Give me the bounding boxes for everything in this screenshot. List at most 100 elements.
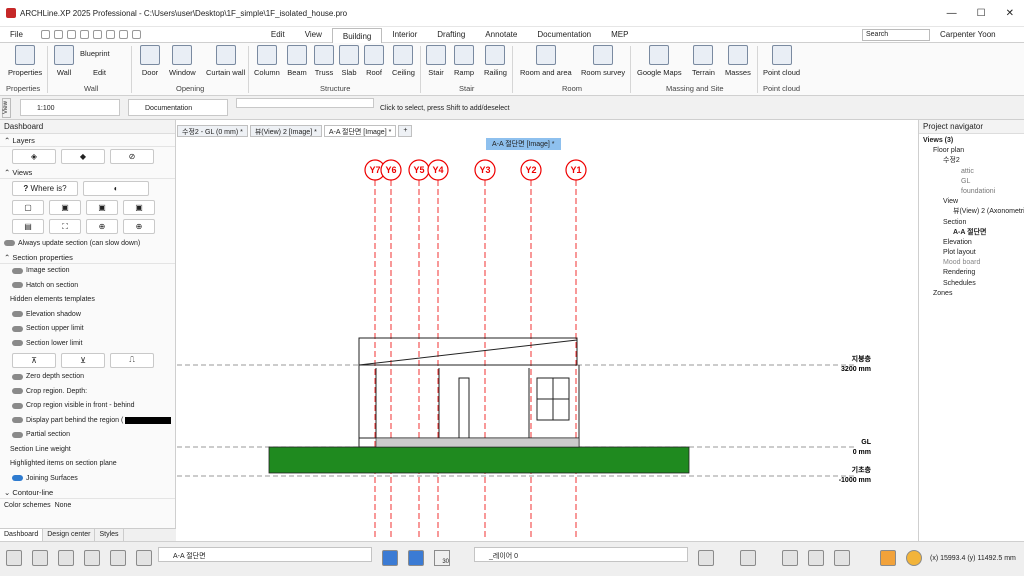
undo-icon[interactable] — [92, 30, 102, 39]
globe-icon[interactable] — [808, 550, 824, 566]
layer-select[interactable]: _레이어 0 — [474, 547, 688, 562]
tab-section[interactable]: A-A 절단면 [Image] * — [323, 125, 397, 137]
menu-file[interactable]: File — [0, 27, 33, 42]
scale-select[interactable]: 1:100 — [20, 99, 120, 116]
tree-gl[interactable]: GL — [923, 177, 1024, 187]
window-button[interactable]: Window — [169, 45, 196, 77]
where-is-button[interactable]: ? Where is? — [12, 181, 78, 196]
paint-icon[interactable] — [118, 30, 128, 39]
line-tool-icon[interactable] — [834, 550, 850, 566]
arrow-up-icon[interactable] — [382, 550, 398, 566]
drawing-canvas[interactable]: 수정2 - GL (0 mm) * 뷰(View) 2 [Image] * A-… — [177, 120, 918, 541]
tree-foundation[interactable]: foundationi — [923, 187, 1024, 197]
color-swatch[interactable] — [125, 416, 172, 424]
tree-views[interactable]: Views (3) — [923, 136, 1024, 146]
menu-drafting[interactable]: Drafting — [427, 27, 475, 42]
properties-button[interactable]: Properties — [8, 45, 42, 77]
settings-icon[interactable] — [6, 550, 22, 566]
contrast-icon[interactable]: ◐ — [83, 181, 149, 196]
hidden-templates-dropdown[interactable]: Hidden elements templates — [0, 293, 175, 308]
offset-icon[interactable]: ⎍ — [110, 352, 154, 368]
tab-add[interactable]: + — [398, 125, 413, 137]
minimize-button[interactable]: — — [947, 8, 957, 19]
zero-depth-toggle[interactable]: Zero depth section — [0, 370, 175, 385]
display-behind-toggle[interactable]: Display part behind the region ( — [0, 413, 175, 428]
blueprint-button[interactable]: Blueprint — [80, 49, 110, 58]
tree-attic[interactable]: attic — [923, 167, 1024, 177]
align-bottom-icon[interactable]: ⊻ — [61, 352, 105, 368]
tree-axonometric[interactable]: 뷰(View) 2 (Axonometric — [923, 207, 1024, 217]
tree-zones[interactable]: Zones — [923, 289, 1024, 299]
cube-side-icon[interactable]: ▣ — [86, 200, 118, 215]
roof-button[interactable]: Roof — [364, 45, 384, 77]
section-properties-section[interactable]: ⌃ Section properties — [0, 251, 175, 264]
save-icon[interactable] — [66, 30, 76, 39]
menu-view[interactable]: View — [295, 27, 332, 42]
align-top-icon[interactable]: ⊼ — [12, 352, 56, 368]
cube-top-icon[interactable]: ▣ — [123, 200, 155, 215]
tree-floor-plan[interactable]: Floor plan — [923, 146, 1024, 156]
door-button[interactable]: Door — [140, 45, 160, 77]
tab-styles[interactable]: Styles — [95, 529, 124, 541]
line-weight-dropdown[interactable]: Section Line weight — [0, 442, 175, 457]
point-cloud-button[interactable]: Point cloud — [763, 45, 800, 77]
wall-button[interactable]: Wall — [54, 45, 74, 77]
search-input[interactable]: Search — [862, 29, 930, 41]
redo-icon[interactable] — [105, 30, 115, 39]
sun-icon[interactable] — [906, 550, 922, 566]
stair-count[interactable]: 30 — [434, 550, 450, 566]
menu-edit[interactable]: Edit — [261, 27, 295, 42]
tab-axonometric[interactable]: 뷰(View) 2 [Image] * — [249, 125, 322, 137]
ceiling-button[interactable]: Ceiling — [392, 45, 415, 77]
tree-schedules[interactable]: Schedules — [923, 279, 1024, 289]
close-button[interactable]: ✕ — [1006, 8, 1014, 19]
railing-button[interactable]: Railing — [484, 45, 507, 77]
terrain-button[interactable]: Terrain — [692, 45, 715, 77]
tree-rendering[interactable]: Rendering — [923, 268, 1024, 278]
stair-button[interactable]: Stair — [426, 45, 446, 77]
maximize-button[interactable]: ☐ — [977, 8, 986, 19]
layers-section[interactable]: ⌃ Layers — [0, 134, 175, 147]
highlighted-items-setting[interactable]: Highlighted items on section plane — [0, 457, 175, 472]
menu-mep[interactable]: MEP — [601, 27, 638, 42]
column-button[interactable]: Column — [254, 45, 280, 77]
tree-mood-board[interactable]: Mood board — [923, 258, 1024, 268]
text-icon[interactable] — [740, 550, 756, 566]
layer-view-icon[interactable] — [136, 550, 152, 566]
curtain-wall-button[interactable]: Curtain wall — [206, 45, 245, 77]
menu-annotate[interactable]: Annotate — [475, 27, 527, 42]
new-icon[interactable] — [40, 30, 50, 39]
stack-icon[interactable] — [698, 550, 714, 566]
magnet-icon[interactable] — [58, 550, 74, 566]
masses-button[interactable]: Masses — [725, 45, 751, 77]
google-maps-button[interactable]: Google Maps — [637, 45, 682, 77]
lower-limit-toggle[interactable]: Section lower limit — [0, 336, 175, 351]
tree-plot-layout[interactable]: Plot layout — [923, 248, 1024, 258]
cube-front-icon[interactable]: ▣ — [49, 200, 81, 215]
tree-section[interactable]: Section — [923, 218, 1024, 228]
layers-off-icon[interactable]: ⊘ — [110, 149, 154, 164]
tree-floor-2[interactable]: 수정2 — [923, 156, 1024, 166]
layers-cube-icon[interactable]: ◆ — [61, 149, 105, 164]
zoom-icon[interactable]: ⊕ — [86, 219, 118, 234]
command-input[interactable] — [236, 98, 374, 108]
palette-icon[interactable] — [880, 550, 896, 566]
cursor-icon[interactable] — [110, 550, 126, 566]
grid-snap-icon[interactable] — [32, 550, 48, 566]
ortho-icon[interactable] — [84, 550, 100, 566]
cube-outline-icon[interactable]: ▢ — [12, 200, 44, 215]
room-survey-button[interactable]: Room survey — [581, 45, 625, 77]
crop-visible-toggle[interactable]: Crop region visible in front - behind — [0, 399, 175, 414]
room-and-area-button[interactable]: Room and area — [520, 45, 572, 77]
always-update-toggle[interactable]: Always update section (can slow down) — [0, 236, 175, 251]
arrow-down-icon[interactable] — [408, 550, 424, 566]
view-side-tab[interactable]: View — [2, 98, 11, 118]
hatch-section-toggle[interactable]: Hatch on section — [0, 278, 175, 293]
user-name[interactable]: Carpenter Yoon — [940, 30, 996, 39]
view-select[interactable]: A-A 절단면 — [158, 547, 372, 562]
tree-elevation[interactable]: Elevation — [923, 238, 1024, 248]
measure-icon[interactable] — [131, 30, 141, 39]
crop-depth-toggle[interactable]: Crop region. Depth: — [0, 384, 175, 399]
image-section-toggle[interactable]: Image section — [0, 264, 175, 279]
tab-design-center[interactable]: Design center — [43, 529, 96, 541]
